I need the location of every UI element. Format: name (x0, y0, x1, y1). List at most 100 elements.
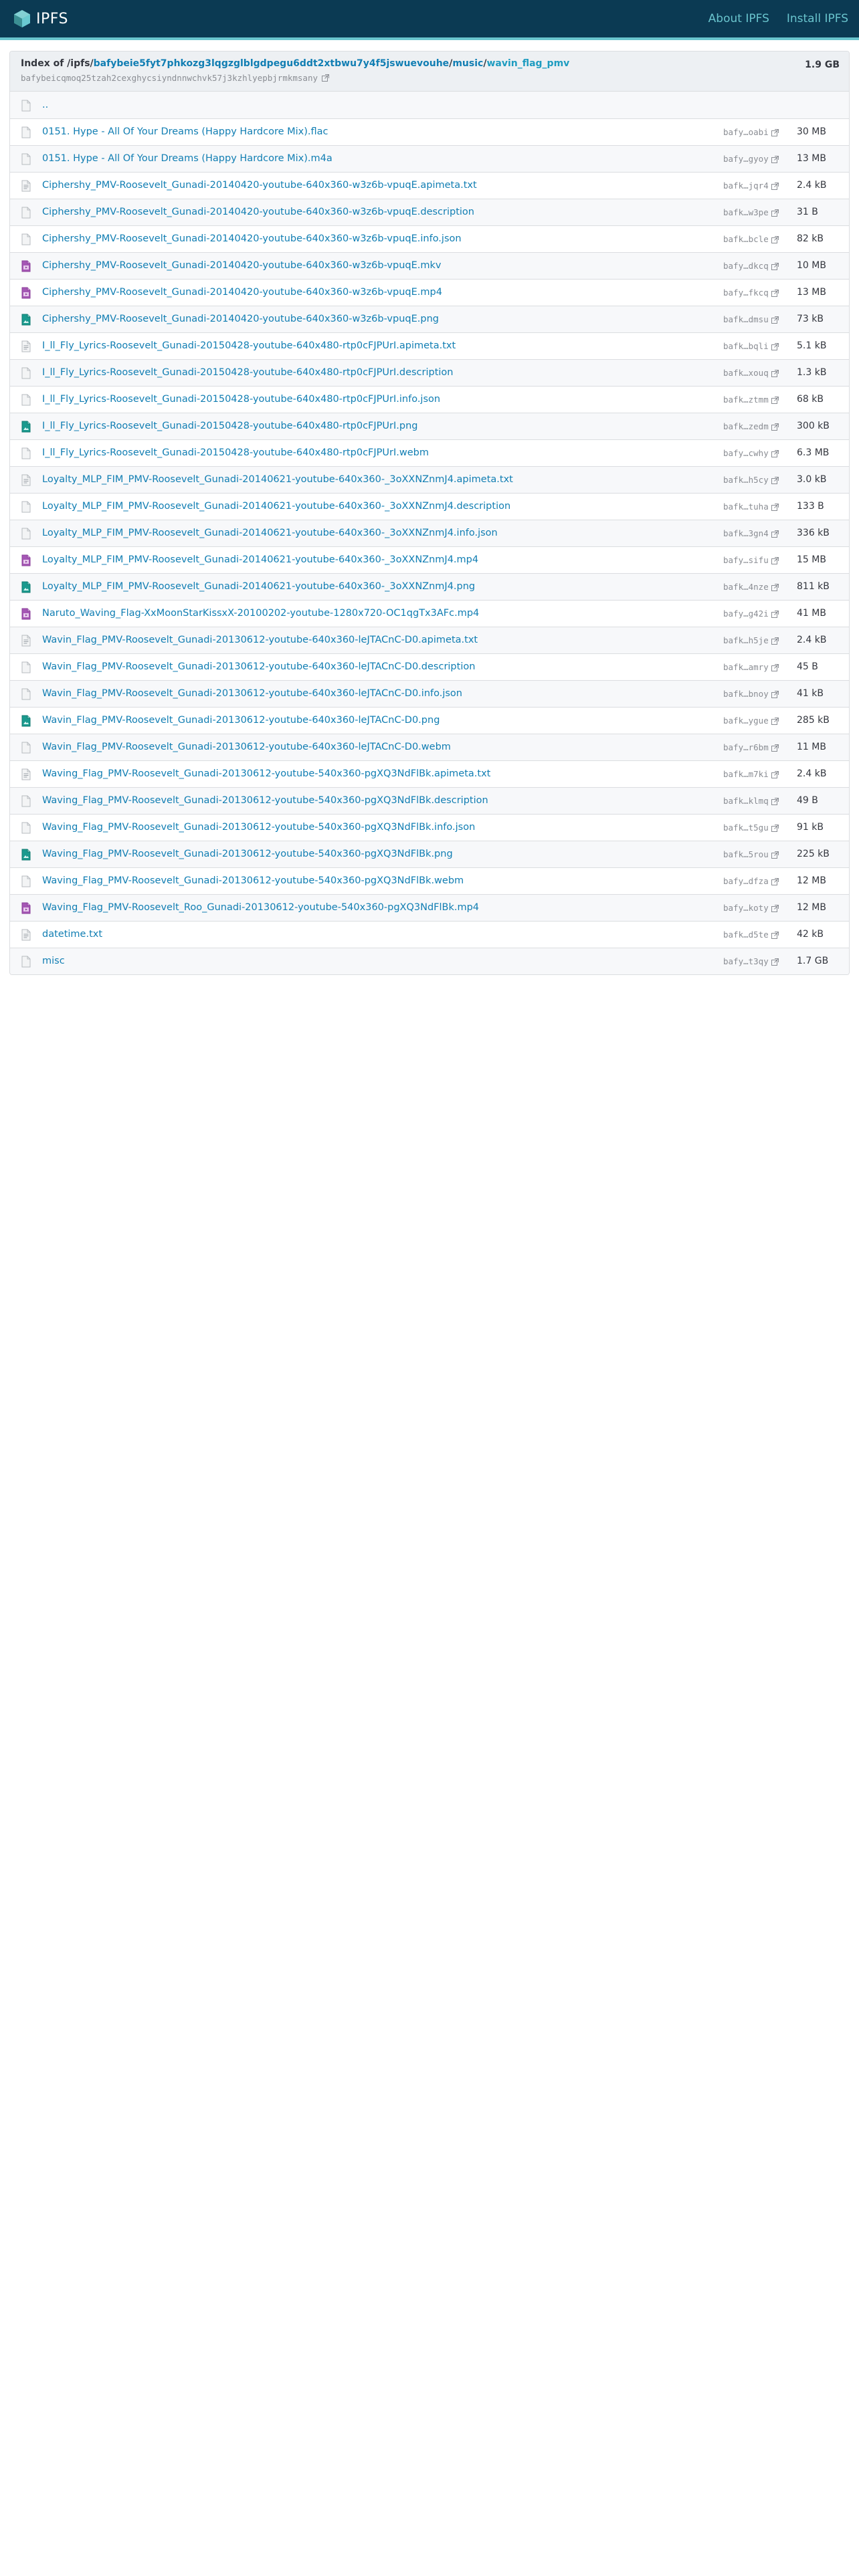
table-row[interactable]: Waving_Flag_PMV-Roosevelt_Roo_Gunadi-201… (10, 894, 849, 921)
file-cid[interactable]: bafk…5rou (723, 849, 769, 859)
file-name-link[interactable]: 0151. Hype - All Of Your Dreams (Happy H… (42, 126, 328, 137)
external-link-icon[interactable] (771, 369, 779, 377)
file-name-link[interactable]: datetime.txt (42, 929, 102, 940)
external-link-icon[interactable] (771, 583, 779, 591)
file-cid[interactable]: bafy…sifu (723, 555, 769, 565)
external-link-icon[interactable] (771, 851, 779, 859)
file-name-link[interactable]: Wavin_Flag_PMV-Roosevelt_Gunadi-20130612… (42, 635, 478, 645)
file-name-link[interactable]: 0151. Hype - All Of Your Dreams (Happy H… (42, 153, 332, 164)
table-row[interactable]: Loyalty_MLP_FIM_PMV-Roosevelt_Gunadi-201… (10, 466, 849, 493)
external-link-icon[interactable] (771, 530, 779, 538)
file-name-link[interactable]: Loyalty_MLP_FIM_PMV-Roosevelt_Gunadi-201… (42, 528, 498, 538)
file-name-link[interactable]: Ciphershy_PMV-Roosevelt_Gunadi-20140420-… (42, 314, 439, 324)
file-name-link[interactable]: misc (42, 956, 65, 966)
file-cid[interactable]: bafy…t3qy (723, 956, 769, 966)
external-link-icon[interactable] (771, 797, 779, 805)
table-row[interactable]: Loyalty_MLP_FIM_PMV-Roosevelt_Gunadi-201… (10, 493, 849, 520)
file-name-link[interactable]: Naruto_Waving_Flag-XxMoonStarKissxX-2010… (42, 608, 479, 619)
file-name-link[interactable]: Waving_Flag_PMV-Roosevelt_Gunadi-2013061… (42, 795, 488, 806)
file-cid[interactable]: bafy…dfza (723, 876, 769, 886)
file-name-link[interactable]: I_ll_Fly_Lyrics-Roosevelt_Gunadi-2015042… (42, 447, 429, 458)
file-cid[interactable]: bafk…dmsu (723, 314, 769, 324)
external-link-icon[interactable] (771, 556, 779, 564)
table-row[interactable]: Wavin_Flag_PMV-Roosevelt_Gunadi-20130612… (10, 653, 849, 680)
file-name-link[interactable]: Waving_Flag_PMV-Roosevelt_Gunadi-2013061… (42, 822, 475, 833)
external-link-icon[interactable] (771, 717, 779, 725)
file-name-link[interactable]: I_ll_Fly_Lyrics-Roosevelt_Gunadi-2015042… (42, 394, 440, 405)
external-link-icon[interactable] (771, 610, 779, 618)
table-row[interactable]: Wavin_Flag_PMV-Roosevelt_Gunadi-20130612… (10, 627, 849, 653)
file-cid[interactable]: bafy…r6bm (723, 742, 769, 752)
table-row[interactable]: I_ll_Fly_Lyrics-Roosevelt_Gunadi-2015042… (10, 413, 849, 439)
file-name-link[interactable]: Loyalty_MLP_FIM_PMV-Roosevelt_Gunadi-201… (42, 501, 510, 512)
file-name-link[interactable]: Loyalty_MLP_FIM_PMV-Roosevelt_Gunadi-201… (42, 474, 513, 485)
table-row[interactable]: misc bafy…t3qy 1.7 GB (10, 948, 849, 974)
file-cid[interactable]: bafk…4nze (723, 582, 769, 592)
file-cid[interactable]: bafk…amry (723, 662, 769, 672)
external-link-icon[interactable] (771, 182, 779, 190)
file-cid[interactable]: bafy…cwhy (723, 448, 769, 458)
table-row[interactable]: Loyalty_MLP_FIM_PMV-Roosevelt_Gunadi-201… (10, 520, 849, 546)
file-name-link[interactable]: I_ll_Fly_Lyrics-Roosevelt_Gunadi-2015042… (42, 367, 454, 378)
table-row[interactable]: Wavin_Flag_PMV-Roosevelt_Gunadi-20130612… (10, 734, 849, 760)
table-row[interactable]: Ciphershy_PMV-Roosevelt_Gunadi-20140420-… (10, 225, 849, 252)
file-name-link[interactable]: Waving_Flag_PMV-Roosevelt_Roo_Gunadi-201… (42, 902, 479, 913)
file-cid[interactable]: bafk…3gn4 (723, 528, 769, 538)
table-row[interactable]: Loyalty_MLP_FIM_PMV-Roosevelt_Gunadi-201… (10, 546, 849, 573)
external-link-icon[interactable] (771, 423, 779, 431)
external-link-icon[interactable] (771, 342, 779, 350)
file-name-link[interactable]: Wavin_Flag_PMV-Roosevelt_Gunadi-20130612… (42, 742, 451, 752)
file-cid[interactable]: bafy…dkcq (723, 261, 769, 271)
table-row[interactable]: Ciphershy_PMV-Roosevelt_Gunadi-20140420-… (10, 306, 849, 332)
file-name-link[interactable]: Ciphershy_PMV-Roosevelt_Gunadi-20140420-… (42, 260, 441, 271)
file-cid[interactable]: bafy…koty (723, 903, 769, 913)
file-cid[interactable]: bafy…g42i (723, 609, 769, 619)
external-link-icon[interactable] (322, 74, 330, 82)
file-cid[interactable]: bafk…d5te (723, 930, 769, 940)
table-row[interactable]: 0151. Hype - All Of Your Dreams (Happy H… (10, 145, 849, 172)
external-link-icon[interactable] (771, 289, 779, 297)
table-row[interactable]: Ciphershy_PMV-Roosevelt_Gunadi-20140420-… (10, 199, 849, 225)
file-name-link[interactable]: Ciphershy_PMV-Roosevelt_Gunadi-20140420-… (42, 233, 462, 244)
table-row[interactable]: I_ll_Fly_Lyrics-Roosevelt_Gunadi-2015042… (10, 439, 849, 466)
external-link-icon[interactable] (771, 904, 779, 912)
table-row[interactable]: Naruto_Waving_Flag-XxMoonStarKissxX-2010… (10, 600, 849, 627)
file-cid[interactable]: bafk…h5je (723, 635, 769, 645)
file-cid[interactable]: bafk…w3pe (723, 207, 769, 217)
external-link-icon[interactable] (771, 958, 779, 966)
external-link-icon[interactable] (771, 209, 779, 217)
external-link-icon[interactable] (771, 637, 779, 645)
file-cid[interactable]: bafk…zedm (723, 421, 769, 431)
file-name-link[interactable]: Wavin_Flag_PMV-Roosevelt_Gunadi-20130612… (42, 688, 462, 699)
table-row[interactable]: Ciphershy_PMV-Roosevelt_Gunadi-20140420-… (10, 252, 849, 279)
file-cid[interactable]: bafk…h5cy (723, 475, 769, 485)
install-ipfs-link[interactable]: Install IPFS (787, 12, 848, 25)
external-link-icon[interactable] (771, 316, 779, 324)
file-name-link[interactable]: Loyalty_MLP_FIM_PMV-Roosevelt_Gunadi-201… (42, 554, 478, 565)
file-cid[interactable]: bafk…jqr4 (723, 181, 769, 191)
external-link-icon[interactable] (771, 476, 779, 484)
table-row[interactable]: datetime.txt bafk…d5te 42 kB (10, 921, 849, 948)
table-row[interactable]: Waving_Flag_PMV-Roosevelt_Gunadi-2013061… (10, 867, 849, 894)
file-cid[interactable]: bafk…xouq (723, 368, 769, 378)
file-cid[interactable]: bafk…bqli (723, 341, 769, 351)
table-row[interactable]: Wavin_Flag_PMV-Roosevelt_Gunadi-20130612… (10, 707, 849, 734)
table-row[interactable]: I_ll_Fly_Lyrics-Roosevelt_Gunadi-2015042… (10, 332, 849, 359)
external-link-icon[interactable] (771, 262, 779, 270)
table-row[interactable]: Ciphershy_PMV-Roosevelt_Gunadi-20140420-… (10, 279, 849, 306)
table-row[interactable]: Ciphershy_PMV-Roosevelt_Gunadi-20140420-… (10, 172, 849, 199)
file-cid[interactable]: bafy…fkcq (723, 288, 769, 298)
file-name-link[interactable]: Ciphershy_PMV-Roosevelt_Gunadi-20140420-… (42, 207, 474, 217)
file-name-link[interactable]: Waving_Flag_PMV-Roosevelt_Gunadi-2013061… (42, 849, 453, 859)
file-cid[interactable]: bafy…oabi (723, 127, 769, 137)
file-cid[interactable]: bafk…tuha (723, 502, 769, 512)
table-row-parent[interactable]: .. (10, 92, 849, 118)
external-link-icon[interactable] (771, 449, 779, 457)
file-name-link[interactable]: Waving_Flag_PMV-Roosevelt_Gunadi-2013061… (42, 768, 490, 779)
table-row[interactable]: Waving_Flag_PMV-Roosevelt_Gunadi-2013061… (10, 814, 849, 841)
external-link-icon[interactable] (771, 824, 779, 832)
file-name-link[interactable]: Waving_Flag_PMV-Roosevelt_Gunadi-2013061… (42, 875, 464, 886)
external-link-icon[interactable] (771, 770, 779, 778)
file-cid[interactable]: bafk…klmq (723, 796, 769, 806)
path-root-link[interactable]: bafybeie5fyt7phkozg3lqgzglblgdpegu6ddt2x… (94, 58, 450, 69)
